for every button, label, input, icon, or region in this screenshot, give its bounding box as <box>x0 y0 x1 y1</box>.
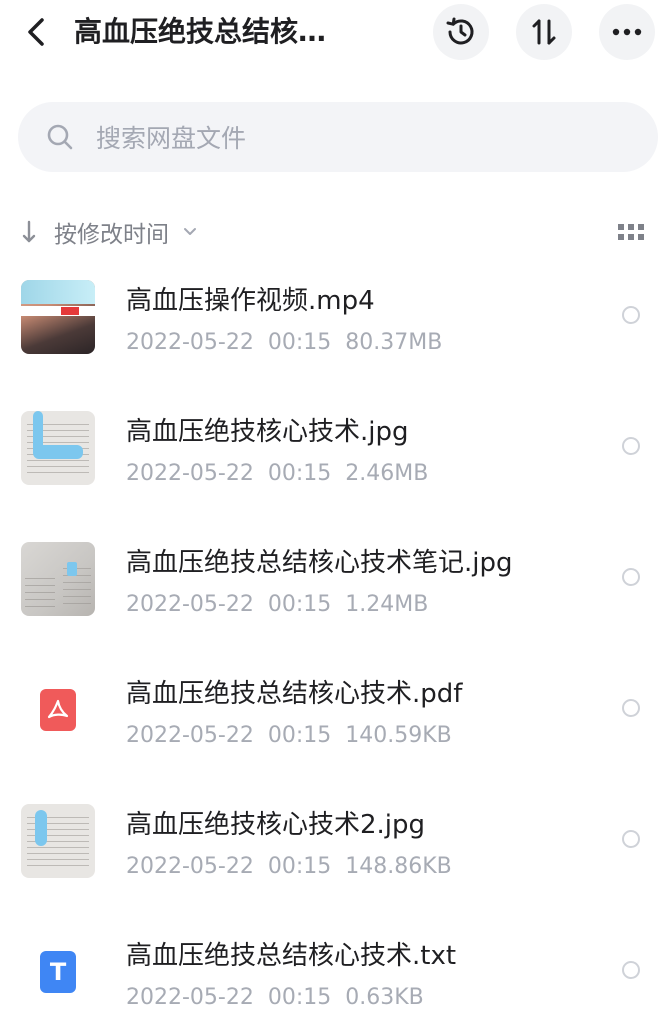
file-time: 00:15 <box>267 985 332 1010</box>
select-radio[interactable] <box>622 437 640 455</box>
chevron-left-icon <box>28 18 44 46</box>
select-radio[interactable] <box>622 306 640 324</box>
sort-selector[interactable]: 按修改时间 <box>22 210 199 254</box>
sort-label: 按修改时间 <box>54 222 169 248</box>
pdf-file-icon <box>40 689 76 731</box>
file-date: 2022-05-22 <box>126 461 254 486</box>
history-button[interactable] <box>433 4 489 60</box>
chevron-down-icon <box>183 224 199 240</box>
file-name: 高血压绝技总结核心技术笔记.jpg <box>126 548 513 578</box>
file-name: 高血压绝技总结核心技术.txt <box>126 941 457 971</box>
file-date: 2022-05-22 <box>126 592 254 617</box>
select-radio[interactable] <box>622 699 640 717</box>
history-clock-icon <box>446 17 474 45</box>
search-input[interactable] <box>94 112 618 164</box>
file-time: 00:15 <box>267 461 332 486</box>
grid-view-icon[interactable] <box>616 220 646 244</box>
pdf-glyph-icon <box>47 699 69 719</box>
thumbnail-detail <box>35 810 47 846</box>
search-bar[interactable] <box>18 102 658 172</box>
arrow-down-icon <box>22 218 44 246</box>
file-date: 2022-05-22 <box>126 723 254 748</box>
file-size: 140.59KB <box>345 723 452 748</box>
file-time: 00:15 <box>267 854 332 879</box>
image-thumbnail <box>21 411 95 485</box>
more-button[interactable] <box>599 4 655 60</box>
file-name: 高血压操作视频.mp4 <box>126 286 375 316</box>
file-size: 1.24MB <box>345 592 429 617</box>
search-icon <box>47 124 73 150</box>
sort-button[interactable] <box>516 4 572 60</box>
page-title: 高血压绝技总结核… <box>74 15 327 48</box>
file-date: 2022-05-22 <box>126 330 254 355</box>
header-bar: 高血压绝技总结核… <box>0 0 665 66</box>
file-row[interactable]: 高血压绝技核心技术2.jpg 2022-05-22 00:15 148.86KB <box>0 774 665 905</box>
txt-glyph: T <box>49 958 67 986</box>
file-time: 00:15 <box>267 592 332 617</box>
thumbnail-detail <box>25 572 55 612</box>
file-name: 高血压绝技核心技术.jpg <box>126 417 409 447</box>
file-meta: 2022-05-22 00:15 140.59KB <box>126 721 466 751</box>
file-name: 高血压绝技核心技术2.jpg <box>126 810 426 840</box>
thumbnail-detail <box>67 562 77 576</box>
file-row[interactable]: 高血压操作视频.mp4 2022-05-22 00:15 80.37MB <box>0 250 665 381</box>
thumbnail-detail <box>21 306 95 316</box>
file-meta: 2022-05-22 00:15 2.46MB <box>126 459 442 489</box>
file-meta: 2022-05-22 00:15 1.24MB <box>126 590 442 620</box>
thumbnail-detail <box>33 445 83 459</box>
file-row[interactable]: 高血压绝技总结核心技术笔记.jpg 2022-05-22 00:15 1.24MB <box>0 512 665 643</box>
image-thumbnail <box>21 542 95 616</box>
txt-file-icon: T <box>40 951 76 993</box>
back-button[interactable] <box>18 14 54 50</box>
file-name: 高血压绝技总结核心技术.pdf <box>126 679 463 709</box>
image-thumbnail <box>21 804 95 878</box>
file-time: 00:15 <box>267 330 332 355</box>
file-meta: 2022-05-22 00:15 0.63KB <box>126 983 438 1013</box>
file-row[interactable]: 高血压绝技总结核心技术.pdf 2022-05-22 00:15 140.59KB <box>0 643 665 774</box>
file-date: 2022-05-22 <box>126 854 254 879</box>
file-meta: 2022-05-22 00:15 148.86KB <box>126 852 466 882</box>
file-size: 0.63KB <box>345 985 424 1010</box>
select-radio[interactable] <box>622 961 640 979</box>
video-thumbnail <box>21 280 95 354</box>
file-row[interactable]: T 高血压绝技总结核心技术.txt 2022-05-22 00:15 0.63KB <box>0 905 665 1036</box>
select-radio[interactable] <box>622 568 640 586</box>
thumbnail-detail <box>21 280 95 304</box>
file-time: 00:15 <box>267 723 332 748</box>
file-date: 2022-05-22 <box>126 985 254 1010</box>
file-size: 80.37MB <box>345 330 443 355</box>
thumbnail-detail <box>61 307 79 315</box>
more-dots-icon <box>612 28 642 36</box>
file-size: 2.46MB <box>345 461 429 486</box>
file-meta: 2022-05-22 00:15 80.37MB <box>126 328 456 358</box>
file-row[interactable]: 高血压绝技核心技术.jpg 2022-05-22 00:15 2.46MB <box>0 381 665 512</box>
sort-arrows-icon <box>532 19 556 45</box>
file-size: 148.86KB <box>345 854 452 879</box>
select-radio[interactable] <box>622 830 640 848</box>
